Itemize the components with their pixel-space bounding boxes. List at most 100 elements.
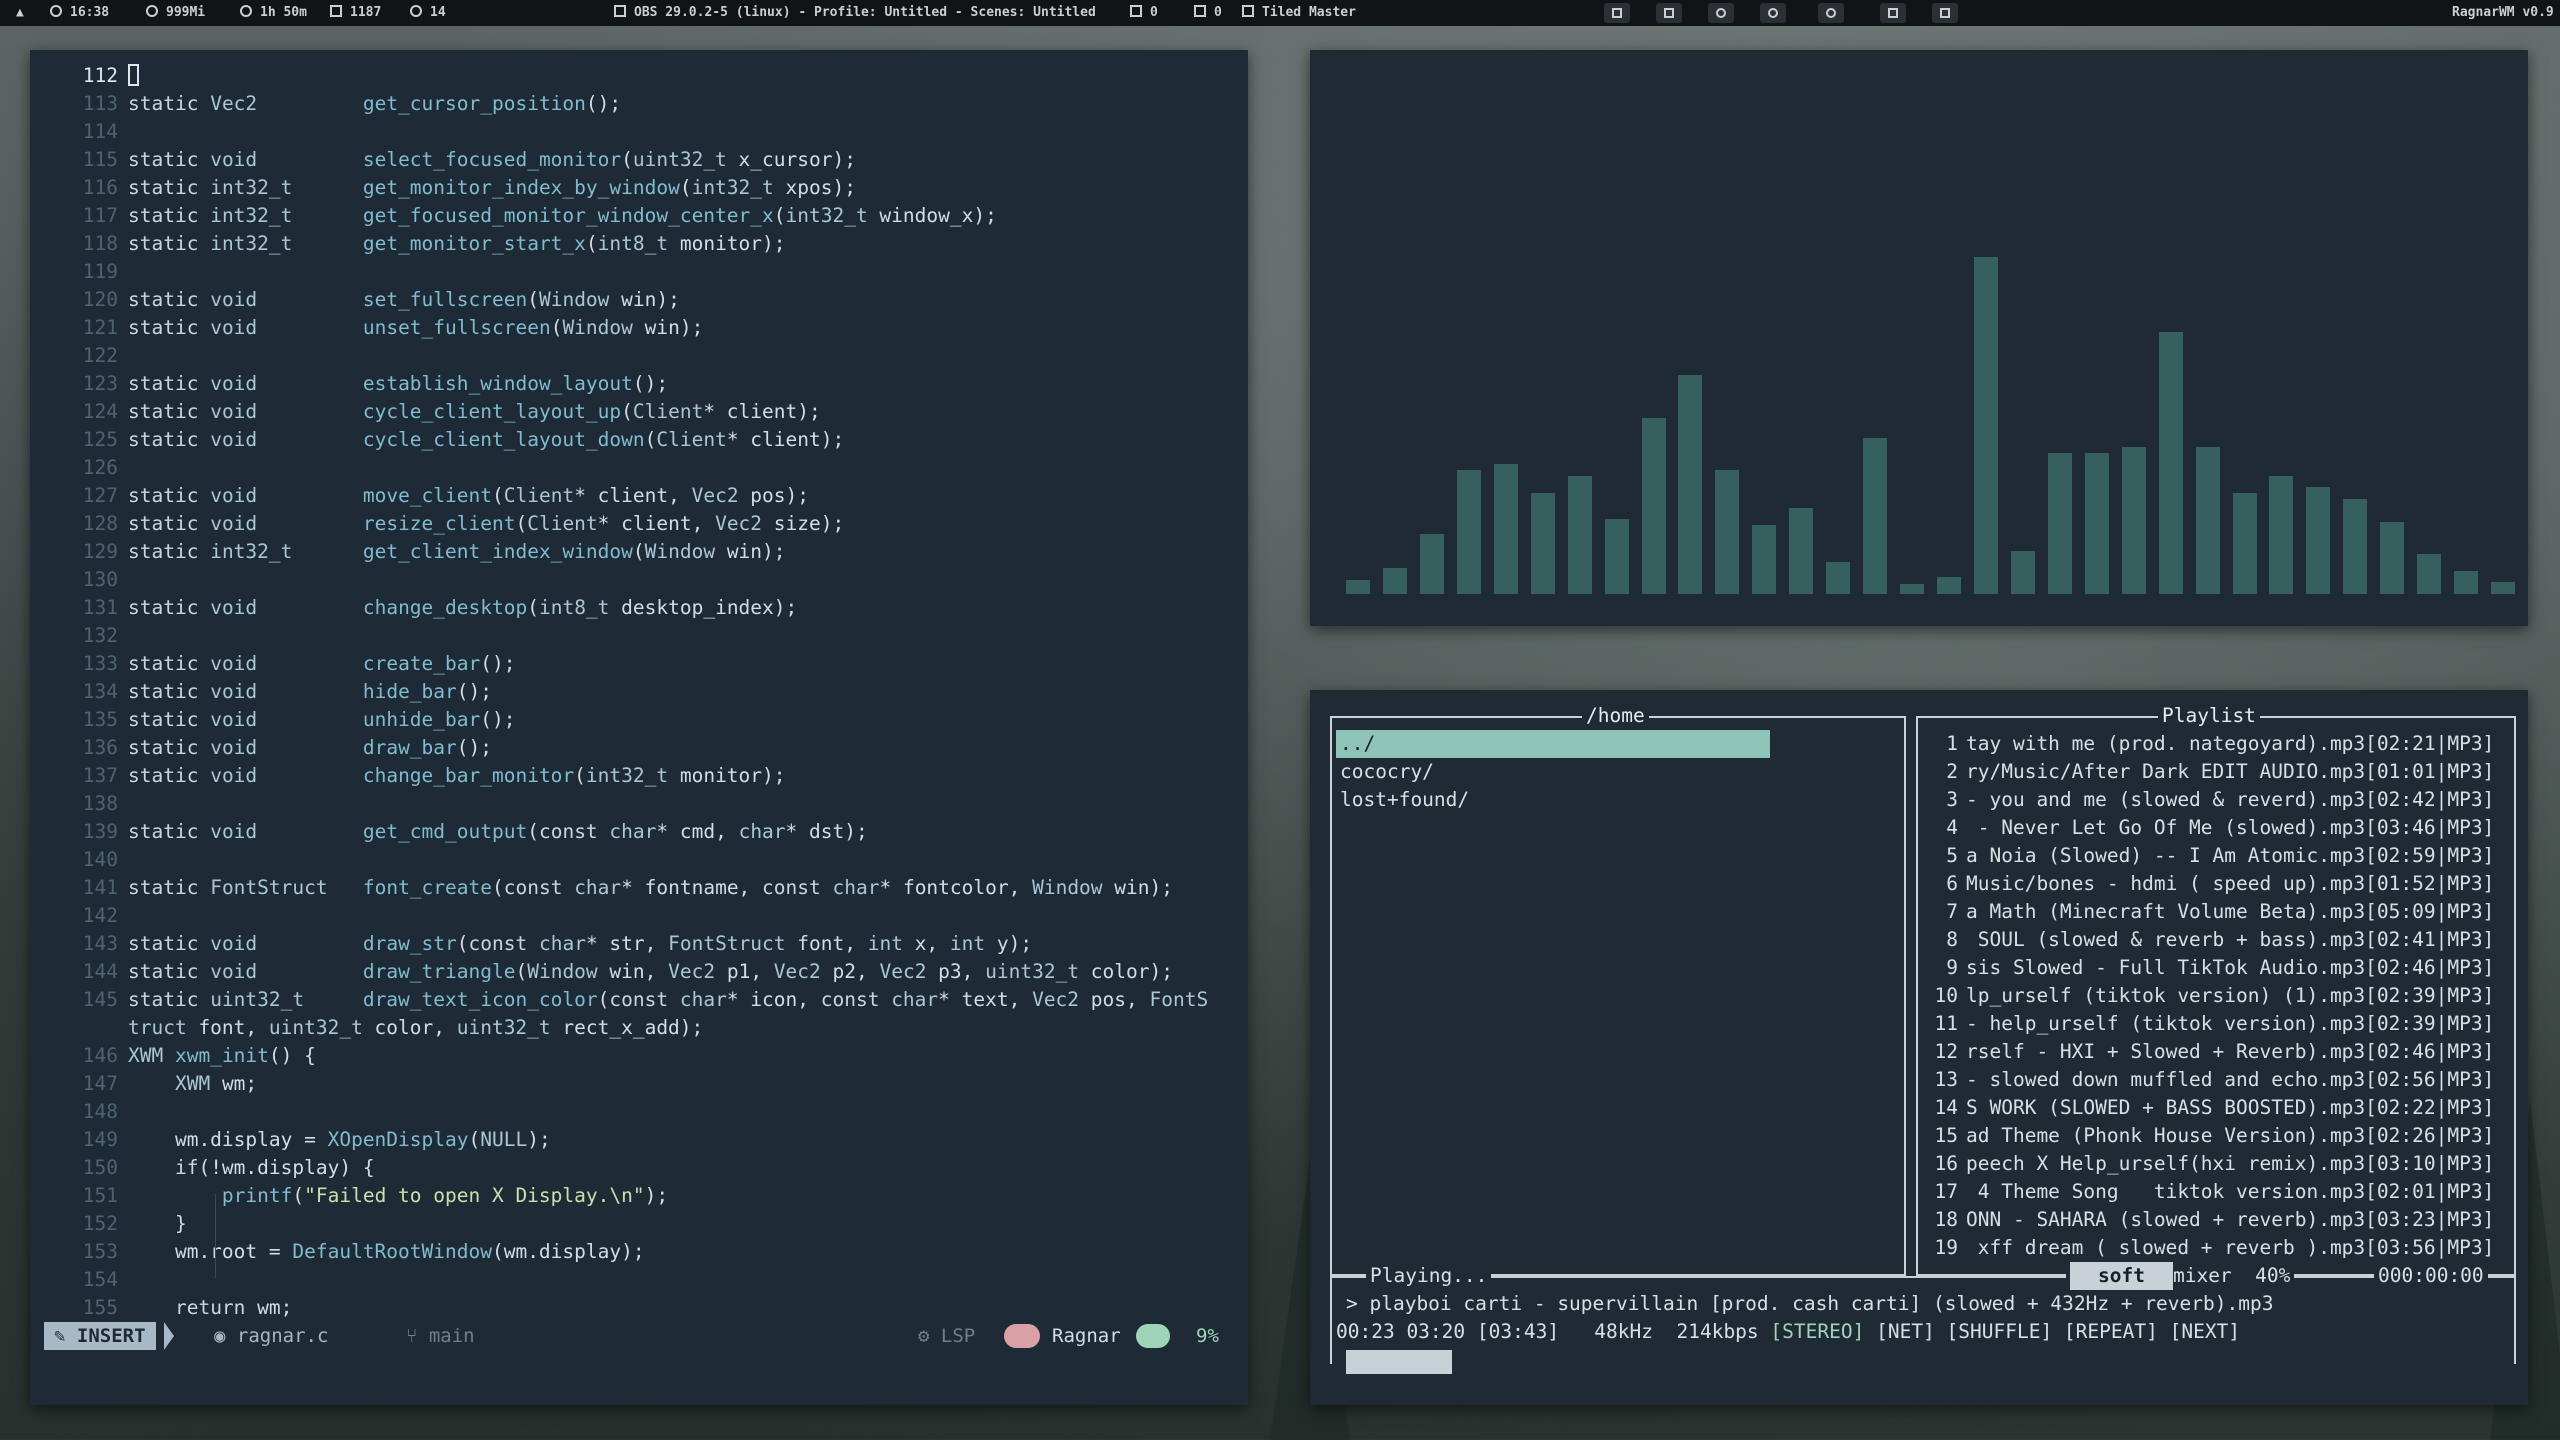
playlist-item[interactable]: 10 lp_urself (tiktok version) (1).mp3[02:… [1924,982,2510,1010]
line-number: 134 [82,680,118,703]
window-title: OBS 29.0.2-5 (linux) - Profile: Untitled… [614,0,1096,26]
code-line[interactable]: 155 return wm; [30,1294,1248,1322]
desktop-count[interactable]: 0 [1194,0,1222,26]
code-line[interactable]: 138 [30,790,1248,818]
mail-icon[interactable] [1656,3,1682,23]
code-line[interactable]: 119 [30,258,1248,286]
playlist-item[interactable]: 9 sis Slowed - Full TikTok Audio.mp3[02:4… [1924,954,2510,982]
image-icon[interactable] [1932,3,1958,23]
code-line[interactable]: 151 printf("Failed to open X Display.\n"… [30,1182,1248,1210]
code-line[interactable]: 124 static void cycle_client_layout_up(Cl… [30,398,1248,426]
playlist-item[interactable]: 5 a Noia (Slowed) -- I Am Atomic.mp3[02:5… [1924,842,2510,870]
code-line[interactable]: 135 static void unhide_bar(); [30,706,1248,734]
playlist-item[interactable]: 15 ad Theme (Phonk House Version).mp3[02:… [1924,1122,2510,1150]
playlist-item[interactable]: 2 ry/Music/After Dark EDIT AUDIO.mp3[01:0… [1924,758,2510,786]
playback-info: 00:23 03:20 [03:43] 48kHz 214kbps [STERE… [1336,1320,2241,1343]
code-line[interactable]: 133 static void create_bar(); [30,650,1248,678]
code-editor-window[interactable]: 112 113 static Vec2 get_cursor_position();… [30,50,1248,1405]
playlist-item[interactable]: 7 a Math (Minecraft Volume Beta).mp3[05:0… [1924,898,2510,926]
code-line[interactable]: 146 XWM xwm_init() { [30,1042,1248,1070]
code-line[interactable]: 129 static int32_t get_client_index_windo… [30,538,1248,566]
visualizer-bar [2306,487,2330,594]
code-line[interactable]: 137 static void change_bar_monitor(int32_… [30,762,1248,790]
code-line[interactable]: 139 static void get_cmd_output(const char… [30,818,1248,846]
playlist-item[interactable]: 18 ONN - SAHARA (slowed + reverb).mp3[03:… [1924,1206,2510,1234]
code-line[interactable]: 128 static void resize_client(Client* cli… [30,510,1248,538]
code-line[interactable]: 149 wm.display = XOpenDisplay(NULL); [30,1126,1248,1154]
code-line[interactable]: 153 wm.root = DefaultRootWindow(wm.displ… [30,1238,1248,1266]
code-line[interactable]: 132 [30,622,1248,650]
code-line[interactable]: 116 static int32_t get_monitor_index_by_w… [30,174,1248,202]
file-browser-item[interactable]: ../ [1336,730,1770,758]
layout-indicator[interactable]: Tiled Master [1242,0,1356,26]
visualizer-bar [1568,476,1592,594]
code-line[interactable]: 144 static void draw_triangle(Window win,… [30,958,1248,986]
playlist-item[interactable]: 8 SOUL (slowed & reverb + bass).mp3[02:4… [1924,926,2510,954]
file-browser-pane[interactable]: /home ../cococry/lost+found/ [1330,703,1906,1276]
playlist-item[interactable]: 19 xff dream ( slowed + reverb ).mp3[03:… [1924,1234,2510,1262]
code-line[interactable]: 127 static void move_client(Client* clien… [30,482,1248,510]
code-line[interactable]: 114 [30,118,1248,146]
code-line[interactable]: 125 static void cycle_client_layout_down(… [30,426,1248,454]
playlist-item[interactable]: 1 tay with me (prod. nategoyard).mp3[02:2… [1924,730,2510,758]
code-line[interactable]: 130 [30,566,1248,594]
code-line[interactable]: 131 static void change_desktop(int8_t des… [30,594,1248,622]
code-line[interactable]: 148 [30,1098,1248,1126]
playlist-item[interactable]: 3 - you and me (slowed & reverd).mp3[02:4… [1924,786,2510,814]
code-line[interactable]: 113 static Vec2 get_cursor_position(); [30,90,1248,118]
playlist-list[interactable]: 1 tay with me (prod. nategoyard).mp3[02:2… [1924,730,2510,1262]
search-icon[interactable] [1604,3,1630,23]
code-line[interactable]: 117 static int32_t get_focused_monitor_wi… [30,202,1248,230]
line-number: 147 [82,1072,118,1095]
update-count: 14 [410,0,446,26]
playlist-pane[interactable]: Playlist 1 tay with me (prod. nategoyard)… [1916,703,2516,1276]
file-browser-item[interactable]: cococry/ [1336,758,1896,786]
code-line[interactable]: 123 static void establish_window_layout()… [30,370,1248,398]
discord-icon[interactable] [1818,3,1844,23]
playlist-item[interactable]: 14 S WORK (SLOWED + BASS BOOSTED).mp3[02:… [1924,1094,2510,1122]
code-line[interactable]: 141 static FontStruct font_create(const c… [30,874,1248,902]
code-line[interactable]: 112 [30,62,1248,90]
code-area[interactable]: 112 113 static Vec2 get_cursor_position();… [30,62,1248,1322]
progress-bar[interactable] [1346,1350,1452,1374]
code-line[interactable]: 121 static void unset_fullscreen(Window w… [30,314,1248,342]
browser-icon[interactable] [1708,3,1734,23]
code-line[interactable]: 147 XWM wm; [30,1070,1248,1098]
code-line[interactable]: 140 [30,846,1248,874]
code-line[interactable]: 152 } [30,1210,1248,1238]
code-text: static int32_t get_monitor_index_by_wind… [128,176,856,199]
steam-icon[interactable] [1760,3,1786,23]
playlist-item[interactable]: 16 peech X Help_urself(hxi remix).mp3[03:… [1924,1150,2510,1178]
code-line[interactable]: 126 [30,454,1248,482]
soft-mixer-badge[interactable]: soft [2070,1262,2173,1290]
code-line[interactable]: 118 static int32_t get_monitor_start_x(in… [30,230,1248,258]
visualizer-bar [2417,554,2441,594]
code-line[interactable]: 134 static void hide_bar(); [30,678,1248,706]
line-number: 154 [82,1268,118,1291]
code-text: static void cycle_client_layout_up(Clien… [128,400,821,423]
code-line[interactable]: truct font, uint32_t color, uint32_t rec… [30,1014,1248,1042]
notification-count[interactable]: 0 [1130,0,1158,26]
wm-launcher-icon[interactable]: ▲ [16,0,24,26]
playlist-item[interactable]: 11 - help_urself (tiktok version).mp3[02:… [1924,1010,2510,1038]
file-browser-item[interactable]: lost+found/ [1336,786,1896,814]
code-line[interactable]: 136 static void draw_bar(); [30,734,1248,762]
file-list[interactable]: ../cococry/lost+found/ [1336,730,1896,814]
code-line[interactable]: 154 [30,1266,1248,1294]
code-line[interactable]: 143 static void draw_str(const char* str,… [30,930,1248,958]
playlist-item[interactable]: 12 rself - HXI + Slowed + Reverb).mp3[02:… [1924,1038,2510,1066]
code-line[interactable]: 120 static void set_fullscreen(Window win… [30,286,1248,314]
layout-icon [1242,5,1254,17]
code-line[interactable]: 122 [30,342,1248,370]
code-line[interactable]: 142 [30,902,1248,930]
music-player-window[interactable]: /home ../cococry/lost+found/ Playlist 1t… [1310,690,2528,1405]
playlist-item[interactable]: 13 - slowed down muffled and echo.mp3[02:… [1924,1066,2510,1094]
code-line[interactable]: 115 static void select_focused_monitor(ui… [30,146,1248,174]
track-title: sis Slowed - Full TikTok Audio.mp3[02:46… [1966,956,2495,979]
folder-icon[interactable] [1880,3,1906,23]
playlist-item[interactable]: 17 4 Theme Song tiktok version.mp3[02:01… [1924,1178,2510,1206]
code-line[interactable]: 145 static uint32_t draw_text_icon_color(… [30,986,1248,1014]
playlist-item[interactable]: 6 Music/bones - hdmi ( speed up).mp3[01:5… [1924,870,2510,898]
playlist-item[interactable]: 4 - Never Let Go Of Me (slowed).mp3[03:4… [1924,814,2510,842]
code-line[interactable]: 150 if(!wm.display) { [30,1154,1248,1182]
